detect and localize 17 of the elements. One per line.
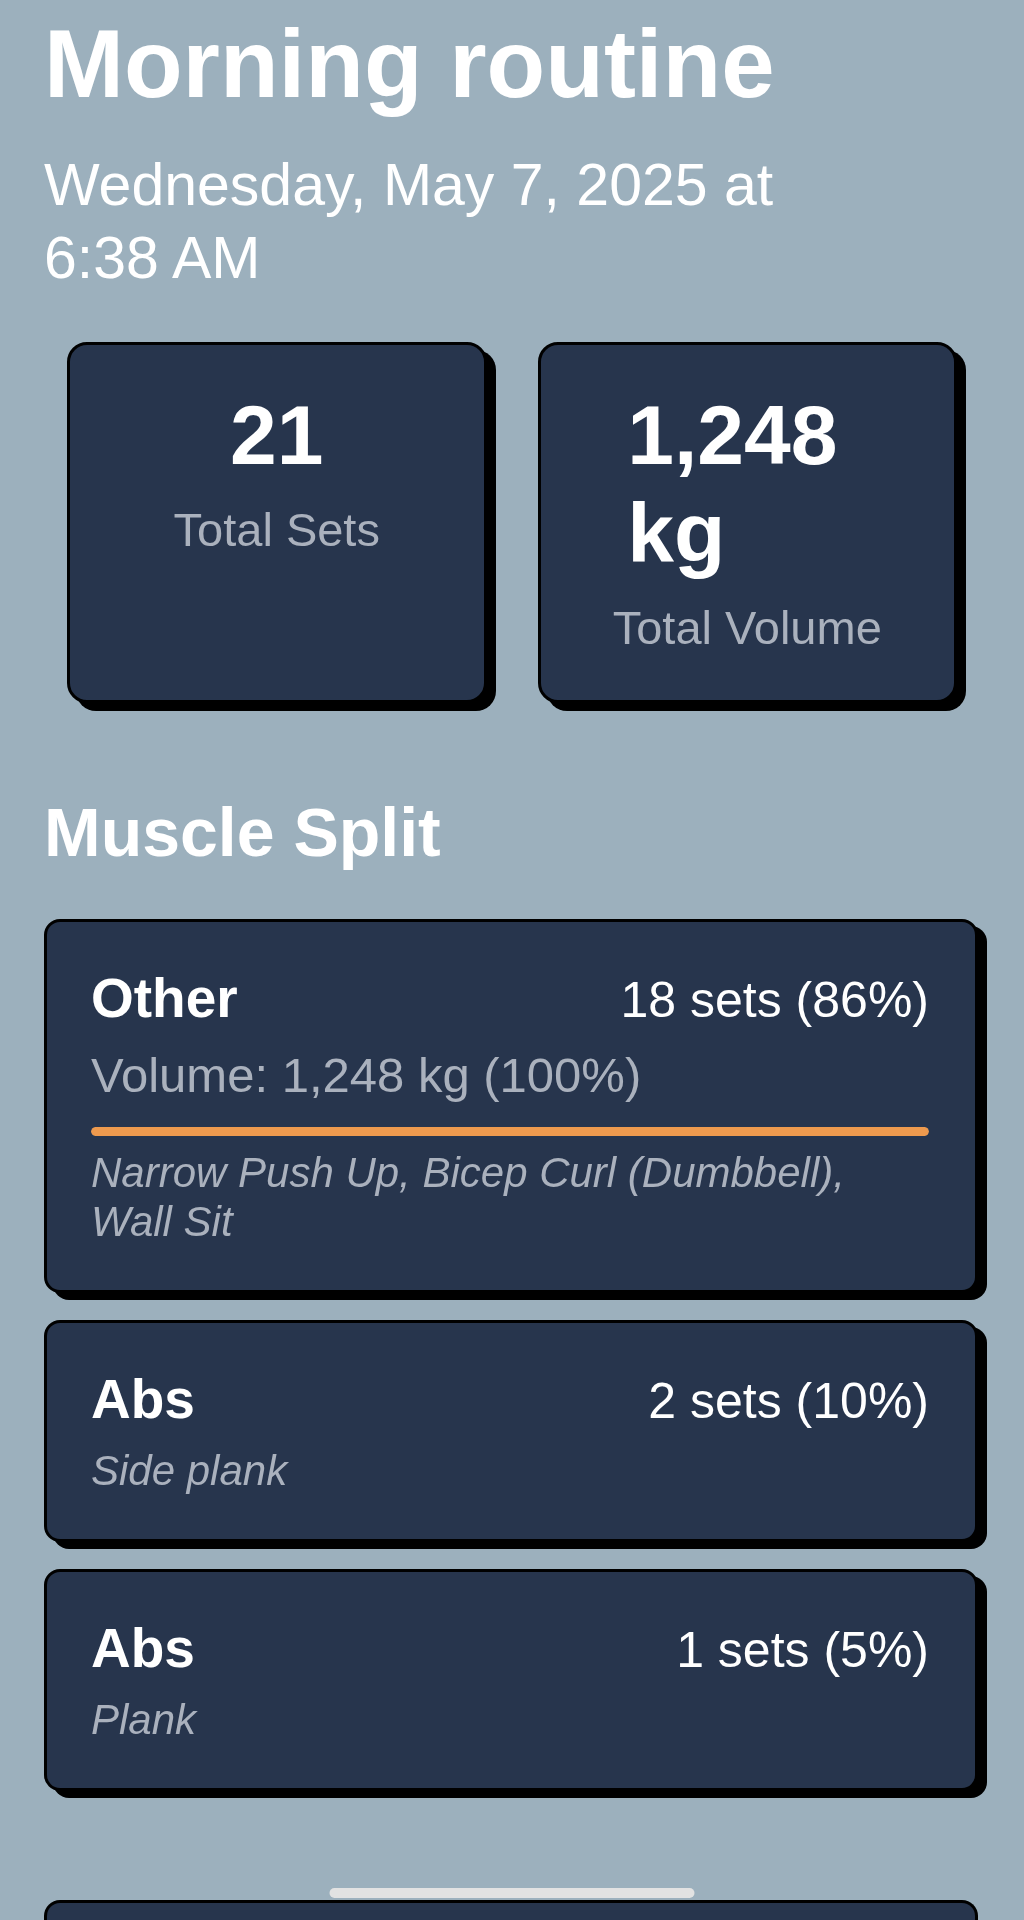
exercise-list: Plank — [91, 1695, 929, 1744]
muscle-group-name: Abs — [91, 1616, 195, 1681]
exercise-list: Narrow Push Up, Bicep Curl (Dumbbell), Wall Sit — [91, 1148, 929, 1246]
muscle-group-name: Abs — [91, 1367, 195, 1432]
stat-label: Total Volume — [612, 600, 882, 655]
page-title: Morning routine — [44, 11, 775, 117]
exercise-list: Side plank — [91, 1446, 929, 1495]
stat-value: 21 — [230, 387, 324, 484]
stat-value: 1,248 kg — [627, 387, 839, 582]
set-count: 18 sets (86%) — [620, 971, 929, 1030]
volume-text: Volume: 1,248 kg (100%) — [91, 1047, 643, 1104]
set-count: 1 sets (5%) — [676, 1621, 929, 1680]
muscle-group-name: Other — [91, 966, 238, 1031]
stat-label: Total Sets — [173, 502, 380, 557]
section-heading: Muscle Split — [44, 793, 441, 872]
workout-date: Wednesday, May 7, 2025 at 6:38 AM — [44, 151, 775, 293]
set-count: 2 sets (10%) — [648, 1372, 929, 1431]
